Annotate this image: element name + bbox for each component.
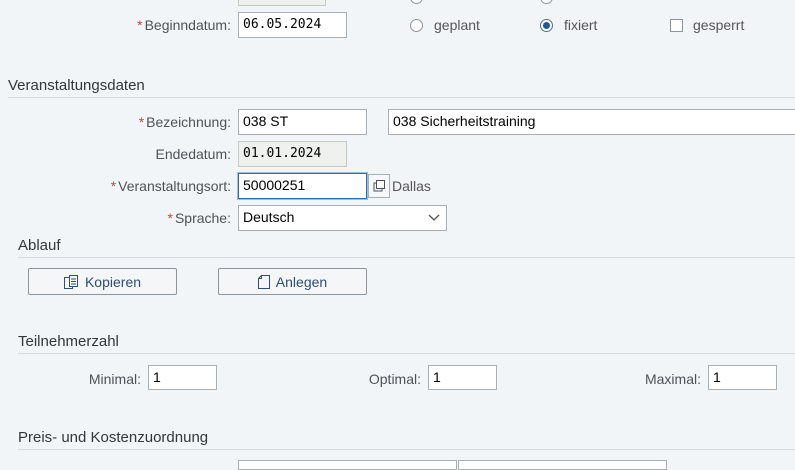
cut-off-radio [410,0,423,4]
location-input[interactable]: 50000251 [238,173,367,199]
max-participants-label: Maximal: [644,371,701,387]
name-label-text: Bezeichnung: [146,114,231,130]
begin-date-label-text: Beginndatum: [144,17,231,33]
section-divider [18,353,795,354]
locked-label: gesperrt [693,17,745,33]
language-select[interactable]: Deutsch [238,205,447,231]
end-date-label: Endedatum: [155,146,232,162]
begin-date-label: * Beginndatum: [137,17,231,33]
min-participants-label: Minimal: [88,371,141,387]
required-marker: * [110,178,117,194]
new-document-icon [257,274,270,289]
section-divider [18,449,795,450]
cut-off-field [238,0,326,6]
cut-off-radio-2 [540,0,553,4]
section-divider [18,257,795,258]
location-label: * Veranstaltungsort: [111,178,231,194]
status-label-fixiert: fixiert [564,17,598,33]
value-help-icon [373,180,385,192]
opt-participants-input[interactable]: 1 [428,365,497,390]
name-short-input[interactable]: 038 ST [238,109,367,135]
max-participants-input[interactable]: 1 [708,365,777,390]
copy-button-label: Kopieren [84,273,142,290]
required-marker: * [138,114,145,130]
language-select-value: Deutsch [243,209,295,225]
status-radio-geplant[interactable] [410,19,423,32]
section-title-pricing: Preis- und Kostenzuordnung [18,429,209,446]
copy-icon [63,274,78,289]
copy-button[interactable]: Kopieren [28,268,177,295]
location-value-help-button[interactable] [368,174,390,198]
language-label-text: Sprache: [174,210,231,226]
location-description: Dallas [392,178,431,194]
create-button[interactable]: Anlegen [218,268,367,295]
name-label: * Bezeichnung: [139,114,231,130]
create-button-label: Anlegen [275,273,328,290]
name-long-input[interactable]: 038 Sicherheitstraining [388,109,795,135]
section-title-process: Ablauf [18,237,61,254]
pricing-field-2[interactable] [458,460,667,470]
required-marker: * [137,17,143,33]
min-participants-input[interactable]: 1 [148,365,217,390]
status-radio-fixiert[interactable] [540,19,553,32]
status-label-geplant: geplant [434,17,480,33]
locked-checkbox[interactable] [670,19,683,32]
pricing-field-1[interactable] [238,460,457,470]
required-marker: * [167,210,173,226]
end-date-field: 01.01.2024 [238,141,347,167]
begin-date-input[interactable]: 06.05.2024 [238,12,347,38]
opt-participants-label: Optimal: [368,371,421,387]
chevron-down-icon [428,214,440,221]
language-label: * Sprache: [168,210,232,226]
section-title-event-data: Veranstaltungsdaten [8,77,145,94]
location-label-text: Veranstaltungsort: [118,178,231,194]
section-title-participants: Teilnehmerzahl [18,333,119,350]
section-divider [8,97,795,98]
